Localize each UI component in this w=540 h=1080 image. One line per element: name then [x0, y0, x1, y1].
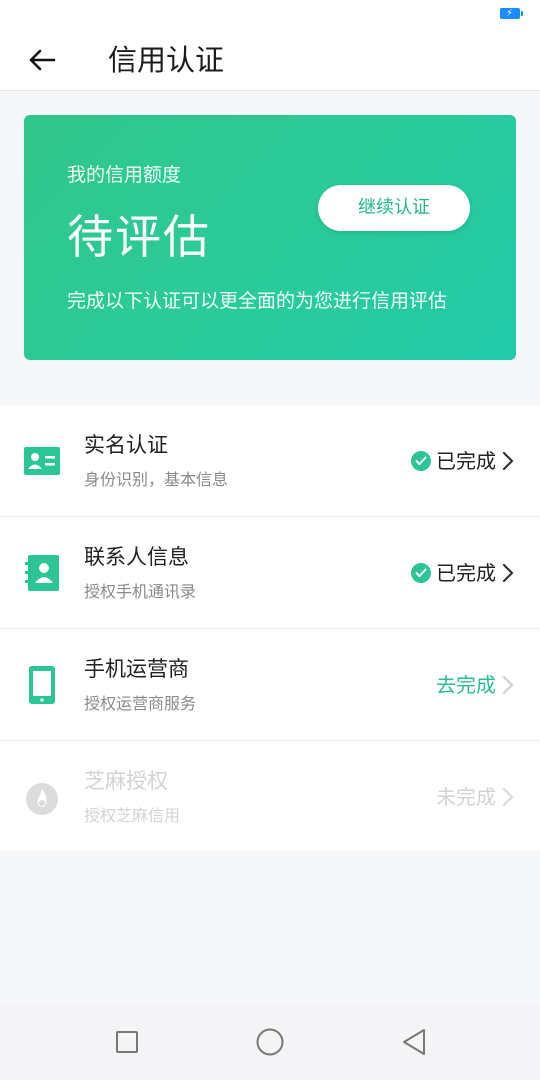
- status-completed: 已完成: [411, 559, 496, 587]
- sesame-icon: [22, 777, 62, 817]
- item-subtitle: 授权手机通讯录: [84, 582, 197, 601]
- item-subtitle: 授权运营商服务: [84, 694, 197, 713]
- item-title: 芝麻授权: [84, 769, 168, 793]
- triangle-back-icon: [403, 1029, 425, 1055]
- recent-apps-button[interactable]: [107, 1022, 147, 1062]
- home-button[interactable]: [250, 1022, 290, 1062]
- credit-limit-label: 我的信用额度: [67, 164, 182, 186]
- square-icon: [116, 1031, 138, 1053]
- system-nav-bar: [0, 1004, 540, 1080]
- app-header: 信用认证: [0, 28, 540, 91]
- back-button[interactable]: [20, 38, 64, 82]
- status-incomplete: 未完成: [436, 783, 496, 811]
- verification-list: 实名认证 身份识别，基本信息 已完成 联系人信息 授权手机通讯录 已完成 手机运…: [0, 405, 540, 851]
- arrow-left-icon: [29, 49, 56, 71]
- item-title: 联系人信息: [84, 545, 189, 569]
- chevron-right-icon: [502, 675, 514, 695]
- credit-limit-card: 我的信用额度 待评估 完成以下认证可以更全面的为您进行信用评估 继续认证: [24, 115, 516, 360]
- chevron-right-icon: [502, 787, 514, 807]
- item-title: 手机运营商: [84, 657, 189, 681]
- continue-verification-button[interactable]: 继续认证: [318, 185, 470, 231]
- list-item-contacts[interactable]: 联系人信息 授权手机通讯录 已完成: [0, 517, 540, 629]
- battery-charging-icon: ⚡: [500, 8, 523, 19]
- list-item-carrier[interactable]: 手机运营商 授权运营商服务 去完成: [0, 629, 540, 741]
- status-text: 已完成: [436, 561, 496, 585]
- list-item-sesame[interactable]: 芝麻授权 授权芝麻信用 未完成: [0, 741, 540, 851]
- item-subtitle: 授权芝麻信用: [84, 806, 181, 825]
- status-text: 已完成: [436, 449, 496, 473]
- status-bar: ⚡: [0, 0, 540, 28]
- mobile-phone-icon: [22, 665, 62, 705]
- status-text: 去完成: [436, 673, 496, 697]
- status-action: 去完成: [436, 671, 496, 699]
- contacts-book-icon: [22, 553, 62, 593]
- chevron-right-icon: [502, 451, 514, 471]
- credit-status: 待评估: [67, 210, 211, 264]
- list-item-real-name[interactable]: 实名认证 身份识别，基本信息 已完成: [0, 405, 540, 517]
- status-completed: 已完成: [411, 447, 496, 475]
- back-nav-button[interactable]: [394, 1022, 434, 1062]
- credit-description: 完成以下认证可以更全面的为您进行信用评估: [67, 290, 448, 312]
- page-title: 信用认证: [108, 43, 225, 77]
- item-title: 实名认证: [84, 433, 168, 457]
- check-circle-icon: [411, 563, 431, 583]
- status-text: 未完成: [436, 785, 496, 809]
- item-subtitle: 身份识别，基本信息: [84, 470, 229, 489]
- id-card-icon: [22, 441, 62, 481]
- check-circle-icon: [411, 451, 431, 471]
- chevron-right-icon: [502, 563, 514, 583]
- circle-icon: [256, 1028, 284, 1056]
